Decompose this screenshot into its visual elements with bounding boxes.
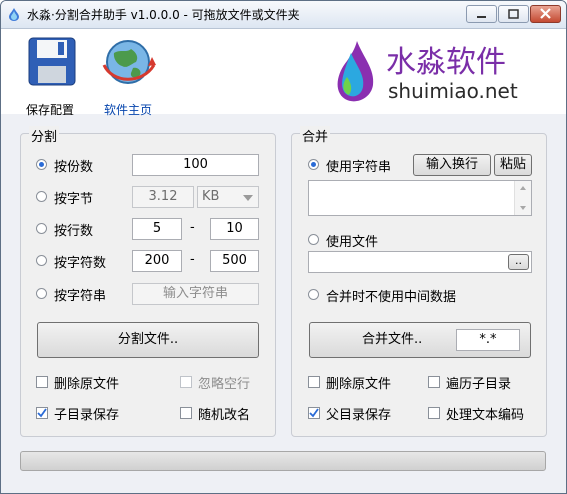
title-bar[interactable]: 水淼·分割合并助手 v1.0.0.0 - 可拖放文件或文件夹 — [1, 1, 566, 29]
maximize-icon — [508, 9, 519, 19]
progress-bar — [20, 451, 546, 471]
merge-delete-original-label: 删除原文件 — [326, 377, 392, 392]
use-file-label: 使用文件 — [326, 235, 379, 250]
minimize-icon — [477, 16, 486, 18]
split-delete-original-checkbox[interactable] — [36, 376, 48, 388]
scroll-up-icon[interactable] — [515, 184, 531, 192]
split-by-chars-radio[interactable] — [36, 255, 47, 266]
chevron-down-icon — [243, 195, 253, 201]
brand-name: 水淼软件 — [386, 45, 506, 80]
unit-select-value: KB — [202, 189, 220, 204]
split-by-chars-label: 按字符数 — [54, 256, 107, 271]
split-by-bytes-label: 按字节 — [54, 192, 94, 207]
split-lines-from-input[interactable]: 5 — [132, 218, 182, 240]
textarea-scrollbar[interactable] — [514, 181, 531, 215]
browse-file-button[interactable]: .. — [508, 254, 529, 270]
random-rename-checkbox[interactable] — [180, 407, 192, 419]
merge-file-button[interactable]: 合并文件.. *.* — [309, 322, 531, 358]
checkmark-icon — [37, 408, 47, 418]
window-title: 水淼·分割合并助手 v1.0.0.0 - 可拖放文件或文件夹 — [27, 8, 300, 22]
process-encoding-checkbox[interactable] — [428, 407, 440, 419]
use-file-radio[interactable] — [308, 234, 319, 245]
homepage-button[interactable]: 软件主页 — [100, 35, 160, 117]
merge-file-path-input[interactable]: .. — [308, 251, 532, 273]
split-by-lines-label: 按行数 — [54, 224, 94, 239]
use-string-label: 使用字符串 — [326, 160, 392, 175]
input-newline-button[interactable]: 输入换行 — [413, 154, 491, 176]
separator-textarea[interactable] — [308, 180, 532, 216]
traverse-subdirs-label: 遍历子目录 — [446, 377, 512, 392]
homepage-label: 软件主页 — [104, 103, 153, 117]
save-subdir-checkbox[interactable] — [36, 407, 48, 419]
lines-range-dash: - — [190, 220, 195, 235]
no-intermediate-radio[interactable] — [308, 289, 319, 300]
ignore-empty-lines-checkbox[interactable] — [180, 376, 192, 388]
checkmark-icon — [309, 408, 319, 418]
close-button[interactable] — [530, 5, 561, 23]
merge-pattern-input[interactable]: *.* — [456, 329, 520, 351]
split-chars-to-input[interactable]: 500 — [210, 250, 259, 272]
split-by-count-radio[interactable] — [36, 159, 47, 170]
save-config-label: 保存配置 — [26, 103, 75, 117]
maximize-button[interactable] — [498, 5, 529, 23]
globe-icon — [102, 40, 156, 84]
chars-range-dash: - — [190, 252, 195, 267]
minimize-button[interactable] — [466, 5, 497, 23]
split-by-lines-radio[interactable] — [36, 223, 47, 234]
split-chars-from-input[interactable]: 200 — [132, 250, 182, 272]
split-lines-to-input[interactable]: 10 — [210, 218, 259, 240]
app-icon — [9, 8, 19, 21]
scroll-down-icon[interactable] — [515, 204, 531, 212]
split-delete-original-label: 删除原文件 — [54, 377, 120, 392]
save-parent-dir-label: 父目录保存 — [326, 408, 392, 423]
random-rename-label: 随机改名 — [198, 408, 251, 423]
main-window: 水淼·分割合并助手 v1.0.0.0 - 可拖放文件或文件夹 保存配置 软件主页… — [0, 0, 567, 494]
split-count-input[interactable]: 100 — [132, 154, 259, 176]
water-drop-logo-icon — [337, 41, 374, 102]
split-by-string-radio[interactable] — [36, 288, 47, 299]
paste-button[interactable]: 粘贴 — [494, 154, 532, 176]
save-parent-dir-checkbox[interactable] — [308, 407, 320, 419]
toolbar: 保存配置 软件主页 水淼软件 shuimiao.net — [1, 29, 566, 117]
merge-file-button-label: 合并文件.. — [362, 332, 423, 347]
no-intermediate-label: 合并时不使用中间数据 — [326, 290, 457, 305]
split-group-title: 分割 — [29, 126, 60, 145]
split-by-string-label: 按字符串 — [54, 289, 107, 304]
split-file-button[interactable]: 分割文件.. — [37, 322, 259, 358]
floppy-disk-icon — [28, 37, 76, 86]
save-config-button[interactable]: 保存配置 — [25, 35, 77, 117]
merge-delete-original-checkbox[interactable] — [308, 376, 320, 388]
close-icon — [540, 8, 551, 19]
split-bytes-unit-select[interactable]: KB — [197, 186, 259, 208]
split-bytes-input[interactable]: 3.12 — [132, 186, 194, 208]
split-string-input[interactable]: 输入字符串 — [132, 283, 259, 305]
ignore-empty-lines-label: 忽略空行 — [198, 377, 251, 392]
save-subdir-label: 子目录保存 — [54, 408, 120, 423]
split-by-count-label: 按份数 — [54, 160, 94, 175]
brand-logo: 水淼软件 shuimiao.net — [331, 37, 531, 107]
brand-site: shuimiao.net — [388, 79, 518, 103]
use-string-radio[interactable] — [308, 159, 319, 170]
split-by-bytes-radio[interactable] — [36, 191, 47, 202]
merge-group-title: 合并 — [300, 126, 331, 145]
process-encoding-label: 处理文本编码 — [446, 408, 525, 423]
traverse-subdirs-checkbox[interactable] — [428, 376, 440, 388]
